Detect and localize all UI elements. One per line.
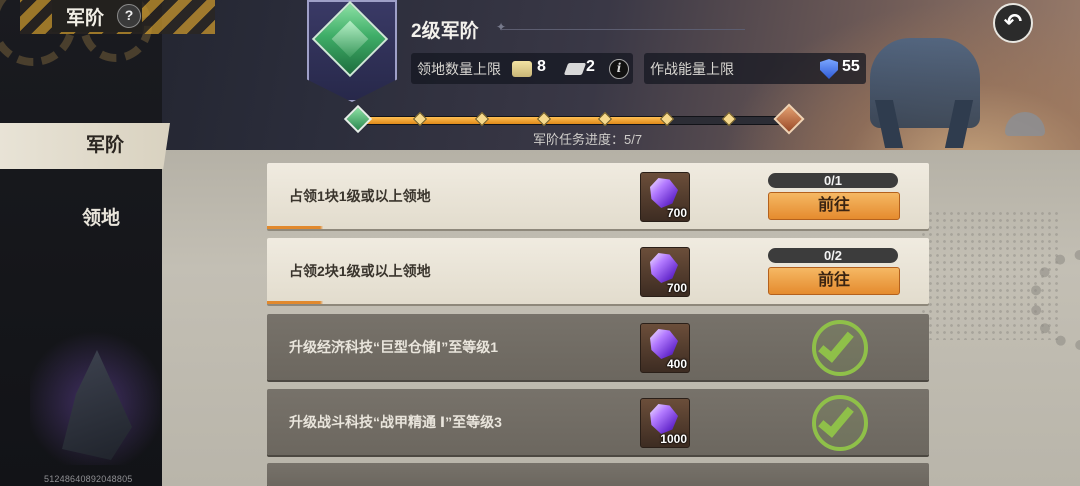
user-id: 51248640892048805 <box>44 474 133 484</box>
task-description: 占领1块1级或以上领地 <box>289 188 431 204</box>
back-button[interactable]: ↶ <box>993 3 1033 43</box>
plot-value: 2 <box>586 58 595 75</box>
info-icon[interactable]: i <box>609 59 629 79</box>
reward-amount: 700 <box>666 281 687 295</box>
rank-progress-fill <box>359 117 668 124</box>
left-sidebar <box>0 0 162 486</box>
reward-slot[interactable]: 700 <box>640 247 690 297</box>
progress-text: 军阶任务进度：5/7 <box>533 132 643 147</box>
task-card: 占领1块1级或以上领地 700 0/1 前往 <box>267 163 929 229</box>
completed-check-icon <box>812 395 868 451</box>
game-screen: 军阶 ? 军阶 领地 51248640892048805 2级军阶 ✦ 领地数量… <box>0 0 1080 486</box>
task-description: 升级经济科技“巨型仓储Ⅰ”至等级1 <box>289 339 498 355</box>
reward-amount: 1000 <box>660 432 687 446</box>
task-card: 占领2块1级或以上领地 700 0/2 前往 <box>267 238 929 304</box>
crystal-icon <box>650 329 678 359</box>
builder-value: 8 <box>537 58 546 75</box>
sidebar-item-territory[interactable]: 领地 <box>0 196 162 242</box>
task-card-completed: 升级经济科技“巨型仓储Ⅰ”至等级1 400 <box>267 314 929 380</box>
completed-check-icon <box>812 320 868 376</box>
crystal-icon <box>650 404 678 434</box>
star-icon: ✦ <box>496 20 507 34</box>
shield-bolt-icon <box>820 59 838 79</box>
territory-limit-label: 领地数量上限 <box>417 61 501 77</box>
power-limit-box: 作战能量上限 55 <box>644 53 866 84</box>
task-card-completed <box>267 463 929 486</box>
task-card-completed: 升级战斗科技“战甲精通 Ⅰ”至等级3 1000 <box>267 389 929 455</box>
task-count: 0/1 <box>768 173 898 188</box>
builder-icon <box>512 61 532 77</box>
crystal-icon <box>650 253 678 283</box>
power-value: 55 <box>842 58 860 75</box>
task-description: 占领2块1级或以上领地 <box>289 263 431 279</box>
help-button[interactable]: ? <box>117 4 141 28</box>
reward-slot[interactable]: 700 <box>640 172 690 222</box>
checkmark-icon <box>818 325 854 363</box>
territory-limit-box: 领地数量上限 8 2 i <box>411 53 633 84</box>
land-plot-icon <box>563 63 587 75</box>
title-divider <box>500 29 745 30</box>
go-button[interactable]: 前往 <box>768 267 900 295</box>
crystal-icon <box>650 178 678 208</box>
reward-amount: 700 <box>666 206 687 220</box>
task-count: 0/2 <box>768 248 898 263</box>
reward-slot[interactable]: 1000 <box>640 398 690 448</box>
reward-amount: 400 <box>666 357 687 371</box>
checkmark-icon <box>818 400 854 438</box>
sidebar-item-rank[interactable]: 军阶 <box>0 123 170 169</box>
reward-slot[interactable]: 400 <box>640 323 690 373</box>
go-button[interactable]: 前往 <box>768 192 900 220</box>
rank-title: 2级军阶 <box>411 21 479 42</box>
page-title: 军阶 <box>66 8 105 29</box>
power-limit-label: 作战能量上限 <box>650 61 734 77</box>
task-description: 升级战斗科技“战甲精通 Ⅰ”至等级3 <box>289 414 502 430</box>
